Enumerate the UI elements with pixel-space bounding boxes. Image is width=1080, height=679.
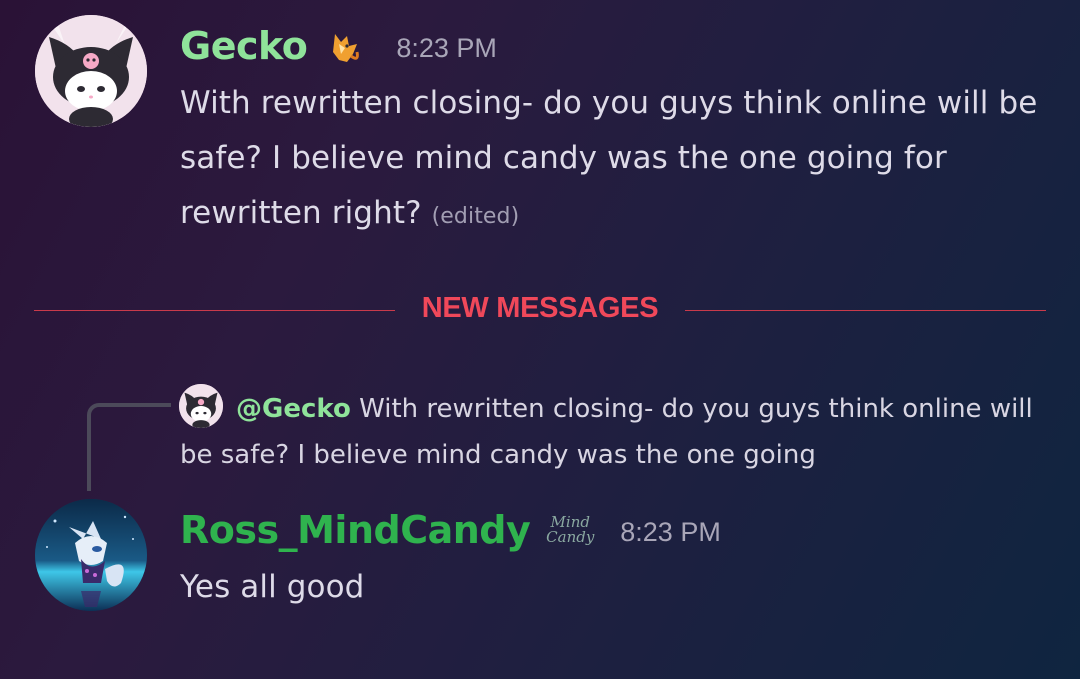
new-messages-label: NEW MESSAGES	[421, 292, 659, 324]
kuromi-avatar-icon[interactable]	[35, 15, 147, 127]
new-messages-divider: NEW MESSAGES	[34, 286, 1046, 336]
message-text: With rewritten closing- do you guys thin…	[180, 85, 1038, 231]
username[interactable]: Gecko	[180, 24, 308, 68]
timestamp: 8:23 PM	[620, 516, 721, 547]
mind-candy-badge-icon: Mind Candy	[546, 513, 595, 546]
edited-label: (edited)	[431, 204, 520, 229]
fox-character-avatar-icon[interactable]	[35, 499, 147, 611]
reply-content[interactable]: @Gecko With rewritten closing- do you gu…	[180, 386, 1040, 478]
divider-line-right	[685, 310, 1046, 311]
fox-emoji-badge-icon	[327, 26, 363, 66]
reply-spine	[87, 403, 171, 491]
username[interactable]: Ross_MindCandy	[180, 508, 531, 552]
timestamp: 8:23 PM	[396, 32, 497, 63]
reply-mention[interactable]: @Gecko	[236, 394, 351, 424]
message-text: Yes all good	[180, 569, 365, 605]
message-content: With rewritten closing- do you guys thin…	[180, 76, 1060, 244]
